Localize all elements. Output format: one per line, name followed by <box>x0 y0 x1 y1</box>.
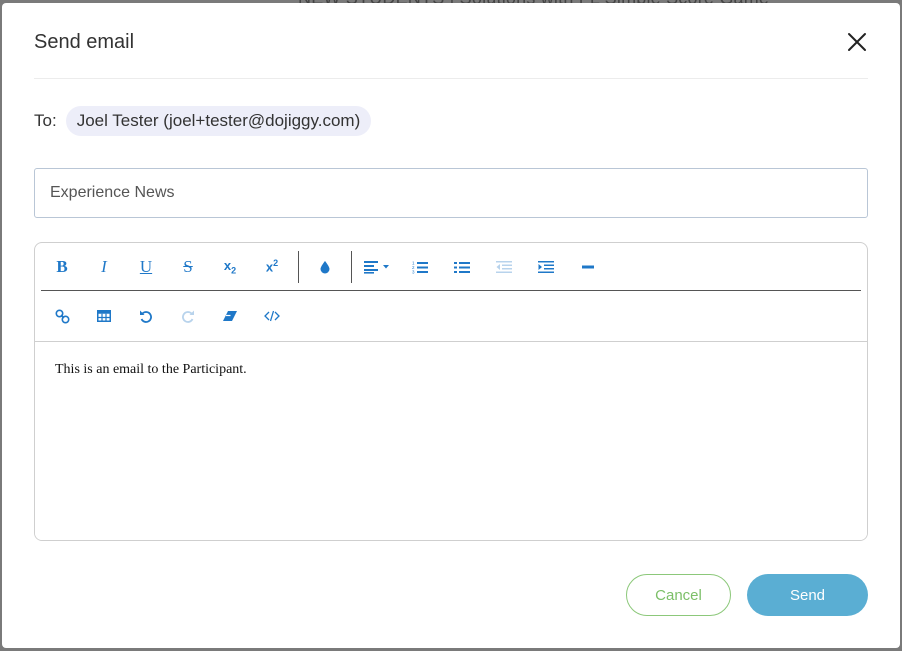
eraser-icon <box>223 311 237 321</box>
email-body-text: This is an email to the Participant. <box>55 362 247 377</box>
editor-content[interactable]: This is an email to the Participant. <box>35 341 867 540</box>
subject-input[interactable] <box>34 168 868 218</box>
to-label: To: <box>34 111 57 130</box>
undo-icon <box>140 310 152 323</box>
dialog-title: Send email <box>34 31 135 53</box>
italic-icon: I <box>101 256 107 276</box>
toolbar-divider <box>351 250 352 283</box>
horizontal-rule-button[interactable] <box>567 251 609 283</box>
ordered-list-icon: 123 <box>412 260 428 274</box>
bold-button[interactable]: B <box>41 251 83 283</box>
link-button[interactable] <box>41 300 83 332</box>
align-dropdown[interactable] <box>357 251 399 283</box>
rich-text-editor: B I U S x2 x2 123 This is an email to th… <box>34 242 868 541</box>
underline-button[interactable]: U <box>125 251 167 283</box>
undo-button[interactable] <box>125 300 167 332</box>
ordered-list-button[interactable]: 123 <box>399 251 441 283</box>
strikethrough-button[interactable]: S <box>167 251 209 283</box>
code-icon <box>264 310 280 322</box>
clear-format-button[interactable] <box>209 300 251 332</box>
subscript-button[interactable]: x2 <box>209 251 251 283</box>
subscript-icon: x2 <box>223 257 237 276</box>
bullet-list-icon <box>454 261 470 273</box>
italic-button[interactable]: I <box>83 251 125 283</box>
outdent-icon <box>496 260 512 273</box>
close-icon[interactable] <box>846 31 868 53</box>
editor-toolbar-row-2 <box>41 292 861 340</box>
bold-icon: B <box>56 256 68 276</box>
source-code-button[interactable] <box>251 300 293 332</box>
color-drop-icon <box>320 260 330 273</box>
strikethrough-icon: S <box>183 256 193 276</box>
redo-icon <box>182 310 194 323</box>
unordered-list-button[interactable] <box>441 251 483 283</box>
toolbar-divider <box>298 250 299 283</box>
link-icon <box>54 308 70 324</box>
svg-text:3: 3 <box>412 269 415 274</box>
table-icon <box>97 310 111 322</box>
editor-toolbar-row-1: B I U S x2 x2 123 <box>41 243 861 291</box>
superscript-button[interactable]: x2 <box>251 251 293 283</box>
align-left-icon <box>364 260 389 274</box>
indent-button[interactable] <box>525 251 567 283</box>
send-email-dialog: Send email To: Joel Tester (joel+tester@… <box>2 3 900 648</box>
dialog-header: Send email <box>34 29 868 79</box>
redo-button[interactable] <box>167 300 209 332</box>
outdent-button[interactable] <box>483 251 525 283</box>
cancel-button[interactable]: Cancel <box>626 574 731 616</box>
recipient-row: To: Joel Tester (joel+tester@dojiggy.com… <box>34 105 372 137</box>
underline-icon: U <box>139 256 153 276</box>
recipient-chip[interactable]: Joel Tester (joel+tester@dojiggy.com) <box>65 106 372 136</box>
indent-icon <box>538 260 554 273</box>
text-color-button[interactable] <box>304 251 346 283</box>
table-button[interactable] <box>83 300 125 332</box>
send-button[interactable]: Send <box>747 574 868 616</box>
horizontal-rule-icon <box>582 265 594 268</box>
superscript-icon: x2 <box>265 258 279 275</box>
